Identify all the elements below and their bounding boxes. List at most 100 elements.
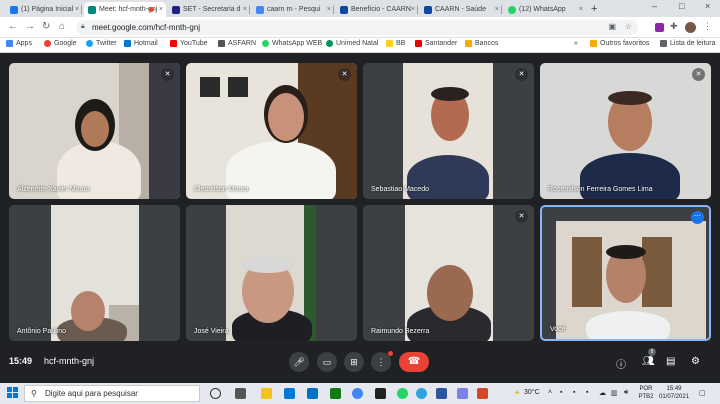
folder-icon	[590, 40, 597, 47]
bookmark-google[interactable]: Google	[44, 40, 77, 47]
santander-icon	[415, 40, 422, 47]
windows-start-icon[interactable]	[7, 387, 18, 398]
tab-title: (1) Página Inicial	[21, 6, 74, 13]
powerpoint-icon[interactable]	[477, 388, 488, 399]
participant-name: José Vieira	[194, 328, 229, 335]
volume-icon[interactable]: 🔊︎	[624, 389, 628, 397]
participant-tile[interactable]: ✕ Rosemilson Ferreira Gomes Lima	[540, 63, 711, 199]
tab-meet[interactable]: Meet: hcf-mnth-gnj ×	[84, 2, 166, 17]
home-icon[interactable]: ⌂	[59, 21, 65, 32]
close-icon[interactable]: ×	[327, 6, 331, 13]
participant-tile[interactable]: José Vieira	[186, 205, 357, 341]
participant-name: Raimundo Bezerra	[371, 328, 430, 335]
tab-facebook[interactable]: (1) Página Inicial ×	[6, 2, 82, 17]
tab-whatsapp[interactable]: (12) WhatsApp ×	[504, 2, 586, 17]
whatsapp-icon[interactable]	[397, 388, 408, 399]
participant-tile[interactable]: ✕ Cleonilson Moura	[186, 63, 357, 199]
mic-off-icon: ✕	[161, 68, 174, 81]
cortana-icon[interactable]	[210, 388, 221, 399]
url-text: meet.google.com/hcf-mnth-gnj	[92, 23, 201, 32]
participant-tile[interactable]: Antônio Paulino	[9, 205, 180, 341]
store-icon[interactable]	[284, 388, 295, 399]
bookmark-other[interactable]: Outros favoritos	[590, 40, 649, 47]
tab-caarn-saude[interactable]: CAARN - Saúde ×	[420, 2, 502, 17]
participant-name: Sebastiao Macedo	[371, 186, 429, 193]
mail-icon[interactable]	[307, 388, 318, 399]
taskbar-search-input[interactable]: ⚲ Digite aqui para pesquisar	[24, 385, 200, 402]
reload-icon[interactable]: ↻	[42, 21, 50, 32]
self-view-tile[interactable]: ⋯ Você	[540, 205, 711, 341]
notification-icon[interactable]: ▢	[699, 389, 706, 397]
bookmark-youtube[interactable]: YouTube	[170, 40, 208, 47]
cloud-icon[interactable]: ☁	[599, 389, 606, 397]
present-button[interactable]: ⊞	[344, 352, 364, 372]
forward-icon[interactable]: →	[25, 21, 35, 32]
bookmark-apps[interactable]: Apps	[6, 40, 32, 47]
tray-arrow-icon[interactable]: ˄	[548, 389, 552, 396]
bookmark-unimed[interactable]: Unimed Natal	[326, 40, 378, 47]
close-icon[interactable]: ×	[411, 6, 415, 13]
close-icon[interactable]: ×	[159, 6, 163, 13]
file-explorer-icon[interactable]	[261, 388, 272, 399]
info-icon[interactable]: ⓘ	[616, 356, 626, 371]
meeting-time: 15:49	[9, 356, 33, 366]
participant-name: Rosemilson Ferreira Gomes Lima	[548, 186, 653, 193]
teams-icon[interactable]	[457, 388, 468, 399]
close-icon[interactable]: ×	[579, 6, 583, 13]
participant-tile[interactable]: ✕ Raimundo Bezerra	[363, 205, 534, 341]
participant-tile[interactable]: ✕ Alzenette Xavier Moura	[9, 63, 180, 199]
system-clock[interactable]: 15:49 01/07/2021	[659, 385, 689, 401]
url-bar[interactable]: 🔒︎ meet.google.com/hcf-mnth-gnj ▣ ☆	[76, 20, 638, 35]
hotmail-icon	[124, 40, 131, 47]
tray-app-icon[interactable]: ▪	[586, 389, 588, 396]
bookmarks-overflow[interactable]: »	[574, 40, 578, 47]
more-options-button[interactable]: ⋯	[691, 211, 704, 224]
close-icon[interactable]: ×	[75, 6, 79, 13]
tray-app-icon[interactable]: ▪	[573, 389, 575, 396]
caarn-icon	[424, 5, 432, 14]
close-window-button[interactable]: ×	[705, 1, 710, 11]
chrome-icon[interactable]	[352, 388, 363, 399]
network-icon[interactable]: ▥	[611, 389, 618, 397]
close-icon[interactable]: ×	[495, 6, 499, 13]
camera-button[interactable]: ▭	[317, 352, 337, 372]
star-icon[interactable]: ☆	[625, 22, 632, 31]
bookmark-santander[interactable]: Santander	[415, 40, 457, 47]
chat-icon[interactable]: ▤	[666, 356, 675, 367]
lock-icon: 🔒︎	[81, 23, 85, 30]
tab-set[interactable]: SET - Secretaria d ×	[168, 2, 250, 17]
tray-app-icon[interactable]: ▪	[560, 389, 562, 396]
participant-tile[interactable]: ✕ Sebastiao Macedo	[363, 63, 534, 199]
activities-icon[interactable]: ⚙︎	[691, 356, 700, 367]
menu-icon[interactable]: ⋮	[703, 21, 712, 32]
telegram-icon[interactable]	[416, 388, 427, 399]
bookmark-asfarn[interactable]: ASFARN	[218, 40, 256, 47]
puzzle-icon[interactable]: ✚	[670, 21, 678, 32]
bookmark-hotmail[interactable]: Hotmail	[124, 40, 158, 47]
extension-icon[interactable]	[655, 23, 664, 32]
app-icon[interactable]	[375, 388, 386, 399]
participants-icon[interactable]: 👥︎	[642, 356, 655, 367]
bookmark-whatsapp[interactable]: WhatsApp WEB	[262, 40, 322, 47]
end-call-button[interactable]: ☎︎	[399, 352, 429, 372]
minimize-button[interactable]: –	[652, 1, 657, 11]
reading-list-icon	[660, 40, 667, 47]
close-icon[interactable]: ×	[243, 6, 247, 13]
task-view-icon[interactable]	[235, 388, 246, 399]
reading-list[interactable]: Lista de leitura	[660, 40, 716, 47]
microphone-button[interactable]: 🎤︎	[289, 352, 309, 372]
camera-icon[interactable]: ▣	[608, 22, 616, 31]
word-icon[interactable]	[436, 388, 447, 399]
back-icon[interactable]: ←	[8, 21, 18, 32]
tab-beneficio[interactable]: Benefício - CAARN ×	[336, 2, 418, 17]
language-indicator[interactable]: POR PTB2	[638, 385, 654, 401]
bookmark-bb[interactable]: BB	[386, 40, 405, 47]
bookmark-bancos[interactable]: Bancos	[465, 40, 498, 47]
tab-google-search[interactable]: caarn rn - Pesqui ×	[252, 2, 334, 17]
bookmark-twitter[interactable]: Twitter	[86, 40, 117, 47]
weather-temp[interactable]: 30°C	[524, 389, 540, 396]
new-tab-button[interactable]: +	[591, 3, 597, 15]
excel-icon[interactable]	[330, 388, 341, 399]
maximize-button[interactable]: □	[679, 1, 684, 11]
avatar[interactable]	[685, 22, 696, 33]
